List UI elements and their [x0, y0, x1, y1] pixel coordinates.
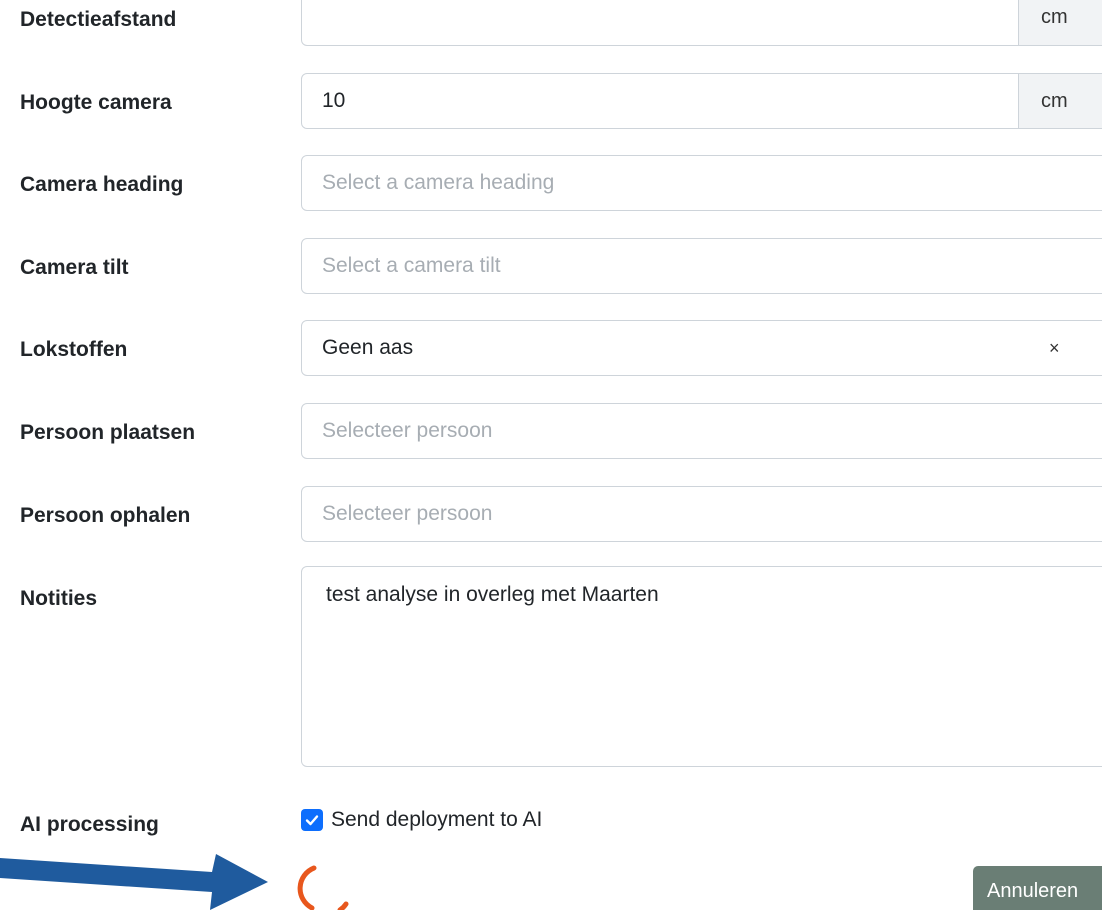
label-camera-heading: Camera heading [20, 173, 184, 196]
detectieafstand-input-group[interactable]: cm [301, 0, 1102, 46]
unit-addon-hoogte-camera: cm [1018, 74, 1102, 128]
label-detectieafstand: Detectieafstand [20, 8, 177, 31]
label-persoon-ophalen: Persoon ophalen [20, 504, 191, 527]
label-persoon-plaatsen: Persoon plaatsen [20, 421, 196, 444]
persoon-ophalen-select[interactable]: Selecteer persoon [301, 486, 1102, 542]
send-to-ai-label: Send deployment to AI [331, 808, 543, 831]
cancel-button[interactable]: Annuleren [973, 866, 1102, 910]
notities-textarea[interactable]: test analyse in overleg met Maarten [301, 566, 1102, 767]
deployment-form: Detectieafstand cm Hoogte camera 10 cm C… [0, 0, 1102, 910]
camera-tilt-select[interactable]: Select a camera tilt [301, 238, 1102, 294]
send-to-ai-checkbox[interactable] [301, 809, 323, 831]
unit-addon-detectieafstand: cm [1018, 0, 1102, 45]
label-ai-processing: AI processing [20, 813, 159, 836]
loading-spinner-icon [297, 865, 349, 910]
hoogte-camera-input[interactable]: 10 [302, 89, 1018, 113]
camera-tilt-placeholder: Select a camera tilt [322, 254, 501, 277]
close-icon[interactable]: × [1049, 338, 1060, 359]
lokstoffen-selected-value: Geen aas [322, 336, 414, 359]
camera-heading-select[interactable]: Select a camera heading [301, 155, 1102, 211]
checkmark-icon [305, 815, 319, 826]
hoogte-camera-input-group[interactable]: 10 cm [301, 73, 1102, 129]
ai-processing-checkbox-row[interactable]: Send deployment to AI [301, 808, 542, 832]
label-notities: Notities [20, 587, 98, 610]
label-lokstoffen: Lokstoffen [20, 338, 128, 361]
label-camera-tilt: Camera tilt [20, 256, 129, 279]
arrow-right-icon [0, 854, 268, 910]
label-hoogte-camera: Hoogte camera [20, 91, 172, 114]
persoon-plaatsen-placeholder: Selecteer persoon [322, 419, 493, 442]
lokstoffen-select[interactable]: Geen aas × [301, 320, 1102, 376]
persoon-plaatsen-select[interactable]: Selecteer persoon [301, 403, 1102, 459]
camera-heading-placeholder: Select a camera heading [322, 171, 555, 194]
persoon-ophalen-placeholder: Selecteer persoon [322, 502, 493, 525]
